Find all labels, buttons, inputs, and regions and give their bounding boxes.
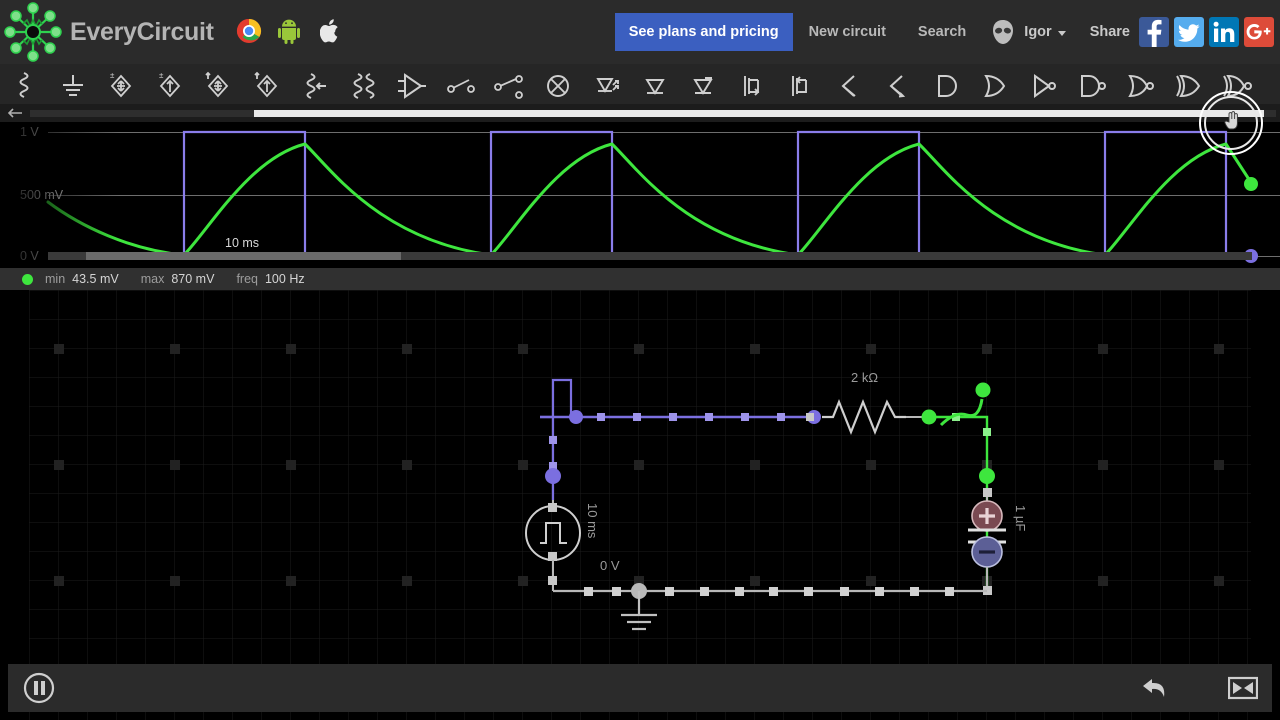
search-link[interactable]: Search xyxy=(902,24,982,40)
tool-xor-gate[interactable] xyxy=(1164,64,1213,108)
tool-lamp[interactable] xyxy=(534,64,583,108)
tool-not-gate[interactable] xyxy=(1019,64,1068,108)
green-probe-dot xyxy=(1244,177,1258,191)
share-label: Share xyxy=(1089,24,1130,40)
bottom-toolbar xyxy=(8,664,1272,712)
tool-inductor[interactable] xyxy=(340,64,389,108)
tool-opamp[interactable] xyxy=(388,64,437,108)
stat-max-value: 870 mV xyxy=(171,272,215,286)
tool-nor-gate[interactable] xyxy=(1116,64,1165,108)
capacitor-value-label: 1 µF xyxy=(1013,505,1028,532)
new-circuit-link[interactable]: New circuit xyxy=(793,24,902,40)
chevron-down-icon xyxy=(1057,31,1066,36)
brand-title: EveryCircuit xyxy=(70,17,214,46)
see-plans-and-pricing-button[interactable]: See plans and pricing xyxy=(614,13,793,51)
fit-to-screen-icon[interactable] xyxy=(1228,675,1258,701)
android-icon[interactable] xyxy=(277,18,304,46)
tool-nmos-transistor[interactable] xyxy=(728,64,777,108)
tool-spdt-switch[interactable] xyxy=(485,64,534,108)
scope-scroll-track[interactable] xyxy=(30,109,1276,117)
undo-arrow-icon[interactable] xyxy=(1140,675,1172,701)
tool-resistor[interactable] xyxy=(0,64,49,108)
oscilloscope-plot[interactable]: 1 V 500 mV 0 V 10 ms xyxy=(0,122,1280,268)
tool-ac-voltage-source[interactable] xyxy=(194,64,243,108)
user-menu[interactable]: Igor xyxy=(982,17,1075,47)
chrome-icon[interactable] xyxy=(236,18,262,46)
tool-switch[interactable] xyxy=(437,64,486,108)
googleplus-share-button[interactable] xyxy=(1244,17,1274,47)
source-mid-node-dot xyxy=(545,468,561,484)
tool-and-gate[interactable] xyxy=(922,64,971,108)
tool-npn-transistor[interactable] xyxy=(631,64,680,108)
circuit-canvas[interactable]: 2 kΩ 10 ms 1 µF 0 V xyxy=(0,290,1280,720)
tool-xnor-gate[interactable] xyxy=(1213,64,1262,108)
tool-pmos-transistor[interactable] xyxy=(776,64,825,108)
tool-ground[interactable] xyxy=(49,64,98,108)
linkedin-share-button[interactable] xyxy=(1209,17,1239,47)
resistor-value-label: 2 kΩ xyxy=(851,370,879,385)
trace-color-dot xyxy=(22,273,33,285)
scope-scroll-thumb[interactable] xyxy=(254,109,1264,117)
scope-scrollbar xyxy=(0,104,1280,122)
user-name-label: Igor xyxy=(1024,24,1052,40)
everycircuit-app: EveryCircuit See plans and pricing New c… xyxy=(0,0,1280,720)
stat-freq-key: freq xyxy=(236,272,258,286)
svg-text:±: ± xyxy=(110,71,115,80)
facebook-share-button[interactable] xyxy=(1139,17,1169,47)
everycircuit-logo-icon[interactable] xyxy=(0,0,66,64)
source-period-label: 10 ms xyxy=(585,503,600,539)
tool-dc-voltage-source[interactable]: ± xyxy=(97,64,146,108)
back-arrow-icon[interactable] xyxy=(0,104,30,122)
output-node-dot-left xyxy=(921,409,937,425)
scope-timeline-thumb[interactable] xyxy=(86,252,401,260)
stat-max-key: max xyxy=(140,272,165,286)
stat-freq-value: 100 Hz xyxy=(264,272,305,286)
twitter-share-button[interactable] xyxy=(1174,17,1204,47)
apple-icon[interactable] xyxy=(319,18,346,46)
component-toolbar: ± ± xyxy=(0,64,1280,108)
share-group: Share xyxy=(1076,17,1280,47)
output-node-dot-mid xyxy=(979,468,995,484)
pause-button-icon[interactable] xyxy=(22,671,56,705)
ground-voltage-label: 0 V xyxy=(600,558,620,573)
app-header: EveryCircuit See plans and pricing New c… xyxy=(0,0,1280,64)
stat-min-value: 43.5 mV xyxy=(72,272,119,286)
platform-icon-group xyxy=(236,18,346,46)
tool-variable-resistor[interactable] xyxy=(291,64,340,108)
stat-min-key: min xyxy=(45,272,66,286)
source-node-dot xyxy=(569,410,583,424)
tool-scr[interactable] xyxy=(825,64,874,108)
tool-triac[interactable] xyxy=(873,64,922,108)
tool-dc-current-source[interactable]: ± xyxy=(146,64,195,108)
tool-nand-gate[interactable] xyxy=(1067,64,1116,108)
tool-ac-current-source[interactable] xyxy=(243,64,292,108)
tool-or-gate[interactable] xyxy=(970,64,1019,108)
tool-led[interactable] xyxy=(582,64,631,108)
scope-stats-bar: min 43.5 mV max 870 mV freq 100 Hz xyxy=(0,268,1280,290)
probe-handle-dot xyxy=(975,382,991,398)
alien-avatar-icon xyxy=(988,17,1018,47)
tool-pnp-transistor[interactable] xyxy=(679,64,728,108)
svg-text:±: ± xyxy=(159,71,164,80)
bottom-right-group xyxy=(1140,675,1258,701)
